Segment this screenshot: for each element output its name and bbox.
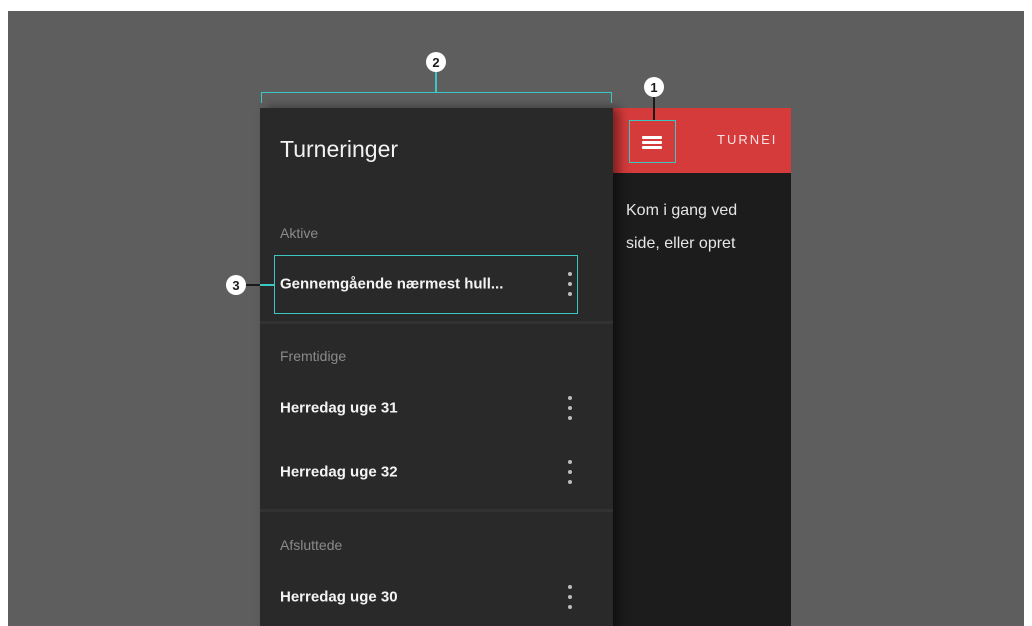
drawer-title: Turneringer [280,136,399,162]
section-label-aktive: Aktive [280,225,319,241]
section-label-fremtidige: Fremtidige [280,348,347,364]
drawer-item-label: Herredag uge 32 [280,463,398,481]
callout-2: 2 [426,52,446,72]
drawer-item-herredag-31[interactable]: Herredag uge 31 [274,380,583,436]
drawer-item-herredag-30[interactable]: Herredag uge 30 [274,569,583,625]
more-vert-icon[interactable] [567,396,573,420]
callout-3-leader [246,284,260,286]
app-main-area: TURNEI Kom i gang ved side, eller opret [613,108,791,626]
toolbar-title: TURNEI [717,132,778,147]
more-vert-icon[interactable] [567,585,573,609]
bracket-stem [435,71,437,93]
callout-3: 3 [226,275,246,295]
active-item-highlight [274,255,578,314]
section-divider [260,321,613,324]
drawer-item-label: Herredag uge 30 [280,588,398,606]
menu-button-highlight [629,120,676,163]
main-intro-line-1: Kom i gang ved [626,202,738,219]
section-divider [260,509,613,512]
main-intro-text: Kom i gang ved side, eller opret [626,194,796,260]
screenshot-stage: TURNEI Kom i gang ved side, eller opret … [8,11,1024,626]
section-label-afsluttede: Afsluttede [280,537,343,553]
drawer-bracket-annotation [261,92,612,103]
more-vert-icon[interactable] [567,460,573,484]
main-intro-line-2: side, eller opret [626,235,736,252]
callout-1-leader [653,97,655,121]
drawer-item-label: Herredag uge 31 [280,399,398,417]
drawer-item-herredag-32[interactable]: Herredag uge 32 [274,444,583,500]
navigation-drawer: Turneringer Aktive Gennemgående nærmest … [260,108,613,626]
callout-3-leader-teal [260,284,274,286]
callout-1: 1 [644,77,664,97]
